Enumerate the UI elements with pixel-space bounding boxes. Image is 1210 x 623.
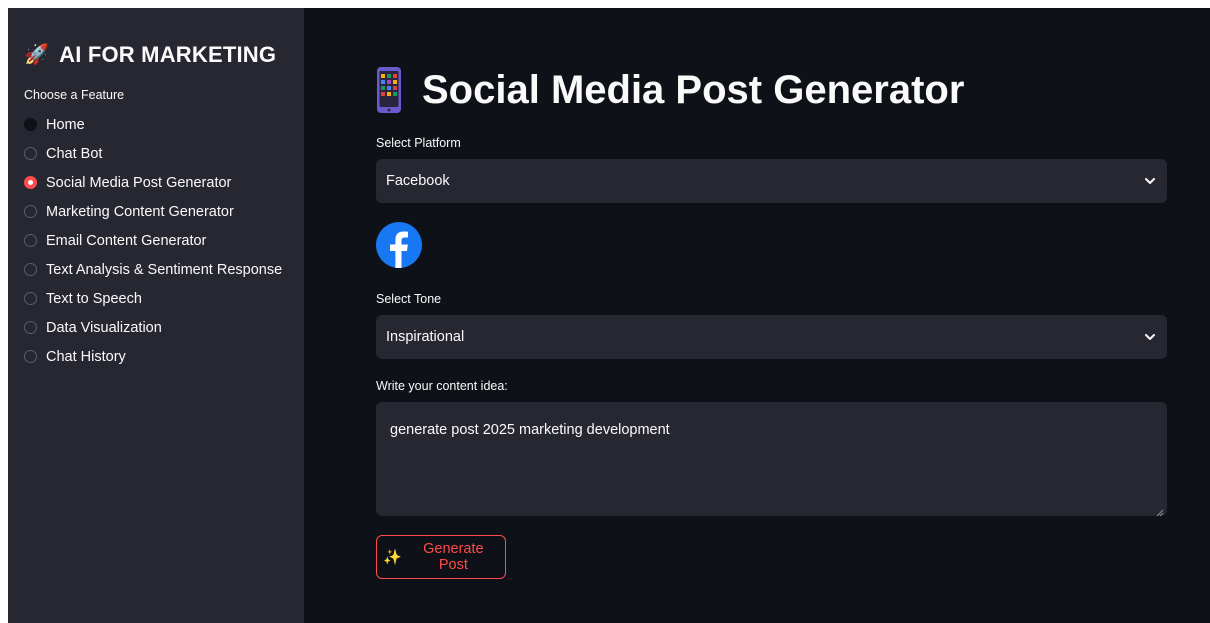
feature-radio-label: Choose a Feature bbox=[24, 88, 125, 102]
main-content: Social Media Post Generator Select Platf… bbox=[304, 8, 1210, 623]
feature-radio-group: Home Chat Bot Social Media Post Generato… bbox=[24, 110, 304, 371]
content-idea-value: generate post 2025 marketing development bbox=[390, 422, 670, 438]
radio-button[interactable] bbox=[24, 147, 37, 160]
radio-item-label: Marketing Content Generator bbox=[46, 203, 234, 220]
radio-button[interactable] bbox=[24, 234, 37, 247]
content-idea-textarea[interactable]: generate post 2025 marketing development bbox=[376, 402, 1167, 517]
radio-item-label: Text to Speech bbox=[46, 290, 142, 307]
radio-item-data-visualization[interactable]: Data Visualization bbox=[24, 313, 304, 342]
platform-label: Select Platform bbox=[376, 136, 461, 150]
radio-item-marketing-content-generator[interactable]: Marketing Content Generator bbox=[24, 197, 304, 226]
radio-item-label: Chat History bbox=[46, 348, 126, 365]
page-title-text: Social Media Post Generator bbox=[422, 67, 965, 112]
mobile-phone-icon bbox=[376, 66, 402, 114]
app-window: 🚀 AI FOR MARKETING Choose a Feature Home… bbox=[8, 8, 1210, 623]
generate-post-button[interactable]: ✨ Generate Post bbox=[376, 535, 506, 579]
resize-handle-icon[interactable] bbox=[1156, 505, 1164, 517]
radio-button[interactable] bbox=[24, 350, 37, 363]
radio-item-text-analysis[interactable]: Text Analysis & Sentiment Response bbox=[24, 255, 304, 284]
radio-item-chat-bot[interactable]: Chat Bot bbox=[24, 139, 304, 168]
platform-select[interactable]: Facebook bbox=[376, 159, 1167, 203]
radio-button[interactable] bbox=[24, 205, 37, 218]
radio-button[interactable] bbox=[24, 321, 37, 334]
radio-item-text-to-speech[interactable]: Text to Speech bbox=[24, 284, 304, 313]
sidebar: 🚀 AI FOR MARKETING Choose a Feature Home… bbox=[8, 8, 304, 623]
sidebar-title: AI FOR MARKETING bbox=[59, 42, 277, 67]
rocket-icon: 🚀 bbox=[24, 44, 50, 66]
sparkles-icon: ✨ bbox=[383, 549, 402, 566]
radio-item-label: Email Content Generator bbox=[46, 232, 207, 249]
radio-item-home[interactable]: Home bbox=[24, 110, 304, 139]
radio-item-label: Data Visualization bbox=[46, 319, 162, 336]
radio-item-chat-history[interactable]: Chat History bbox=[24, 342, 304, 371]
page-title: Social Media Post Generator bbox=[376, 56, 1210, 124]
tone-select[interactable]: Inspirational bbox=[376, 315, 1167, 359]
radio-item-label: Home bbox=[46, 116, 85, 133]
radio-item-label: Text Analysis & Sentiment Response bbox=[46, 261, 283, 278]
facebook-icon bbox=[376, 222, 422, 268]
radio-button[interactable] bbox=[24, 292, 37, 305]
radio-button[interactable] bbox=[24, 263, 37, 276]
content-idea-label: Write your content idea: bbox=[376, 379, 508, 393]
radio-item-label: Chat Bot bbox=[46, 145, 103, 162]
radio-button[interactable] bbox=[24, 118, 37, 131]
sidebar-header: 🚀 AI FOR MARKETING bbox=[24, 42, 304, 68]
radio-item-social-media-post-generator[interactable]: Social Media Post Generator bbox=[24, 168, 304, 197]
tone-select-value: Inspirational bbox=[386, 329, 465, 345]
radio-item-label: Social Media Post Generator bbox=[46, 174, 232, 191]
generate-post-button-label: Generate Post bbox=[423, 541, 484, 573]
tone-label: Select Tone bbox=[376, 292, 442, 306]
chevron-down-icon[interactable] bbox=[1143, 174, 1157, 188]
chevron-down-icon[interactable] bbox=[1143, 330, 1157, 344]
radio-item-email-content-generator[interactable]: Email Content Generator bbox=[24, 226, 304, 255]
platform-select-value: Facebook bbox=[386, 173, 450, 189]
radio-button-selected[interactable] bbox=[24, 176, 37, 189]
